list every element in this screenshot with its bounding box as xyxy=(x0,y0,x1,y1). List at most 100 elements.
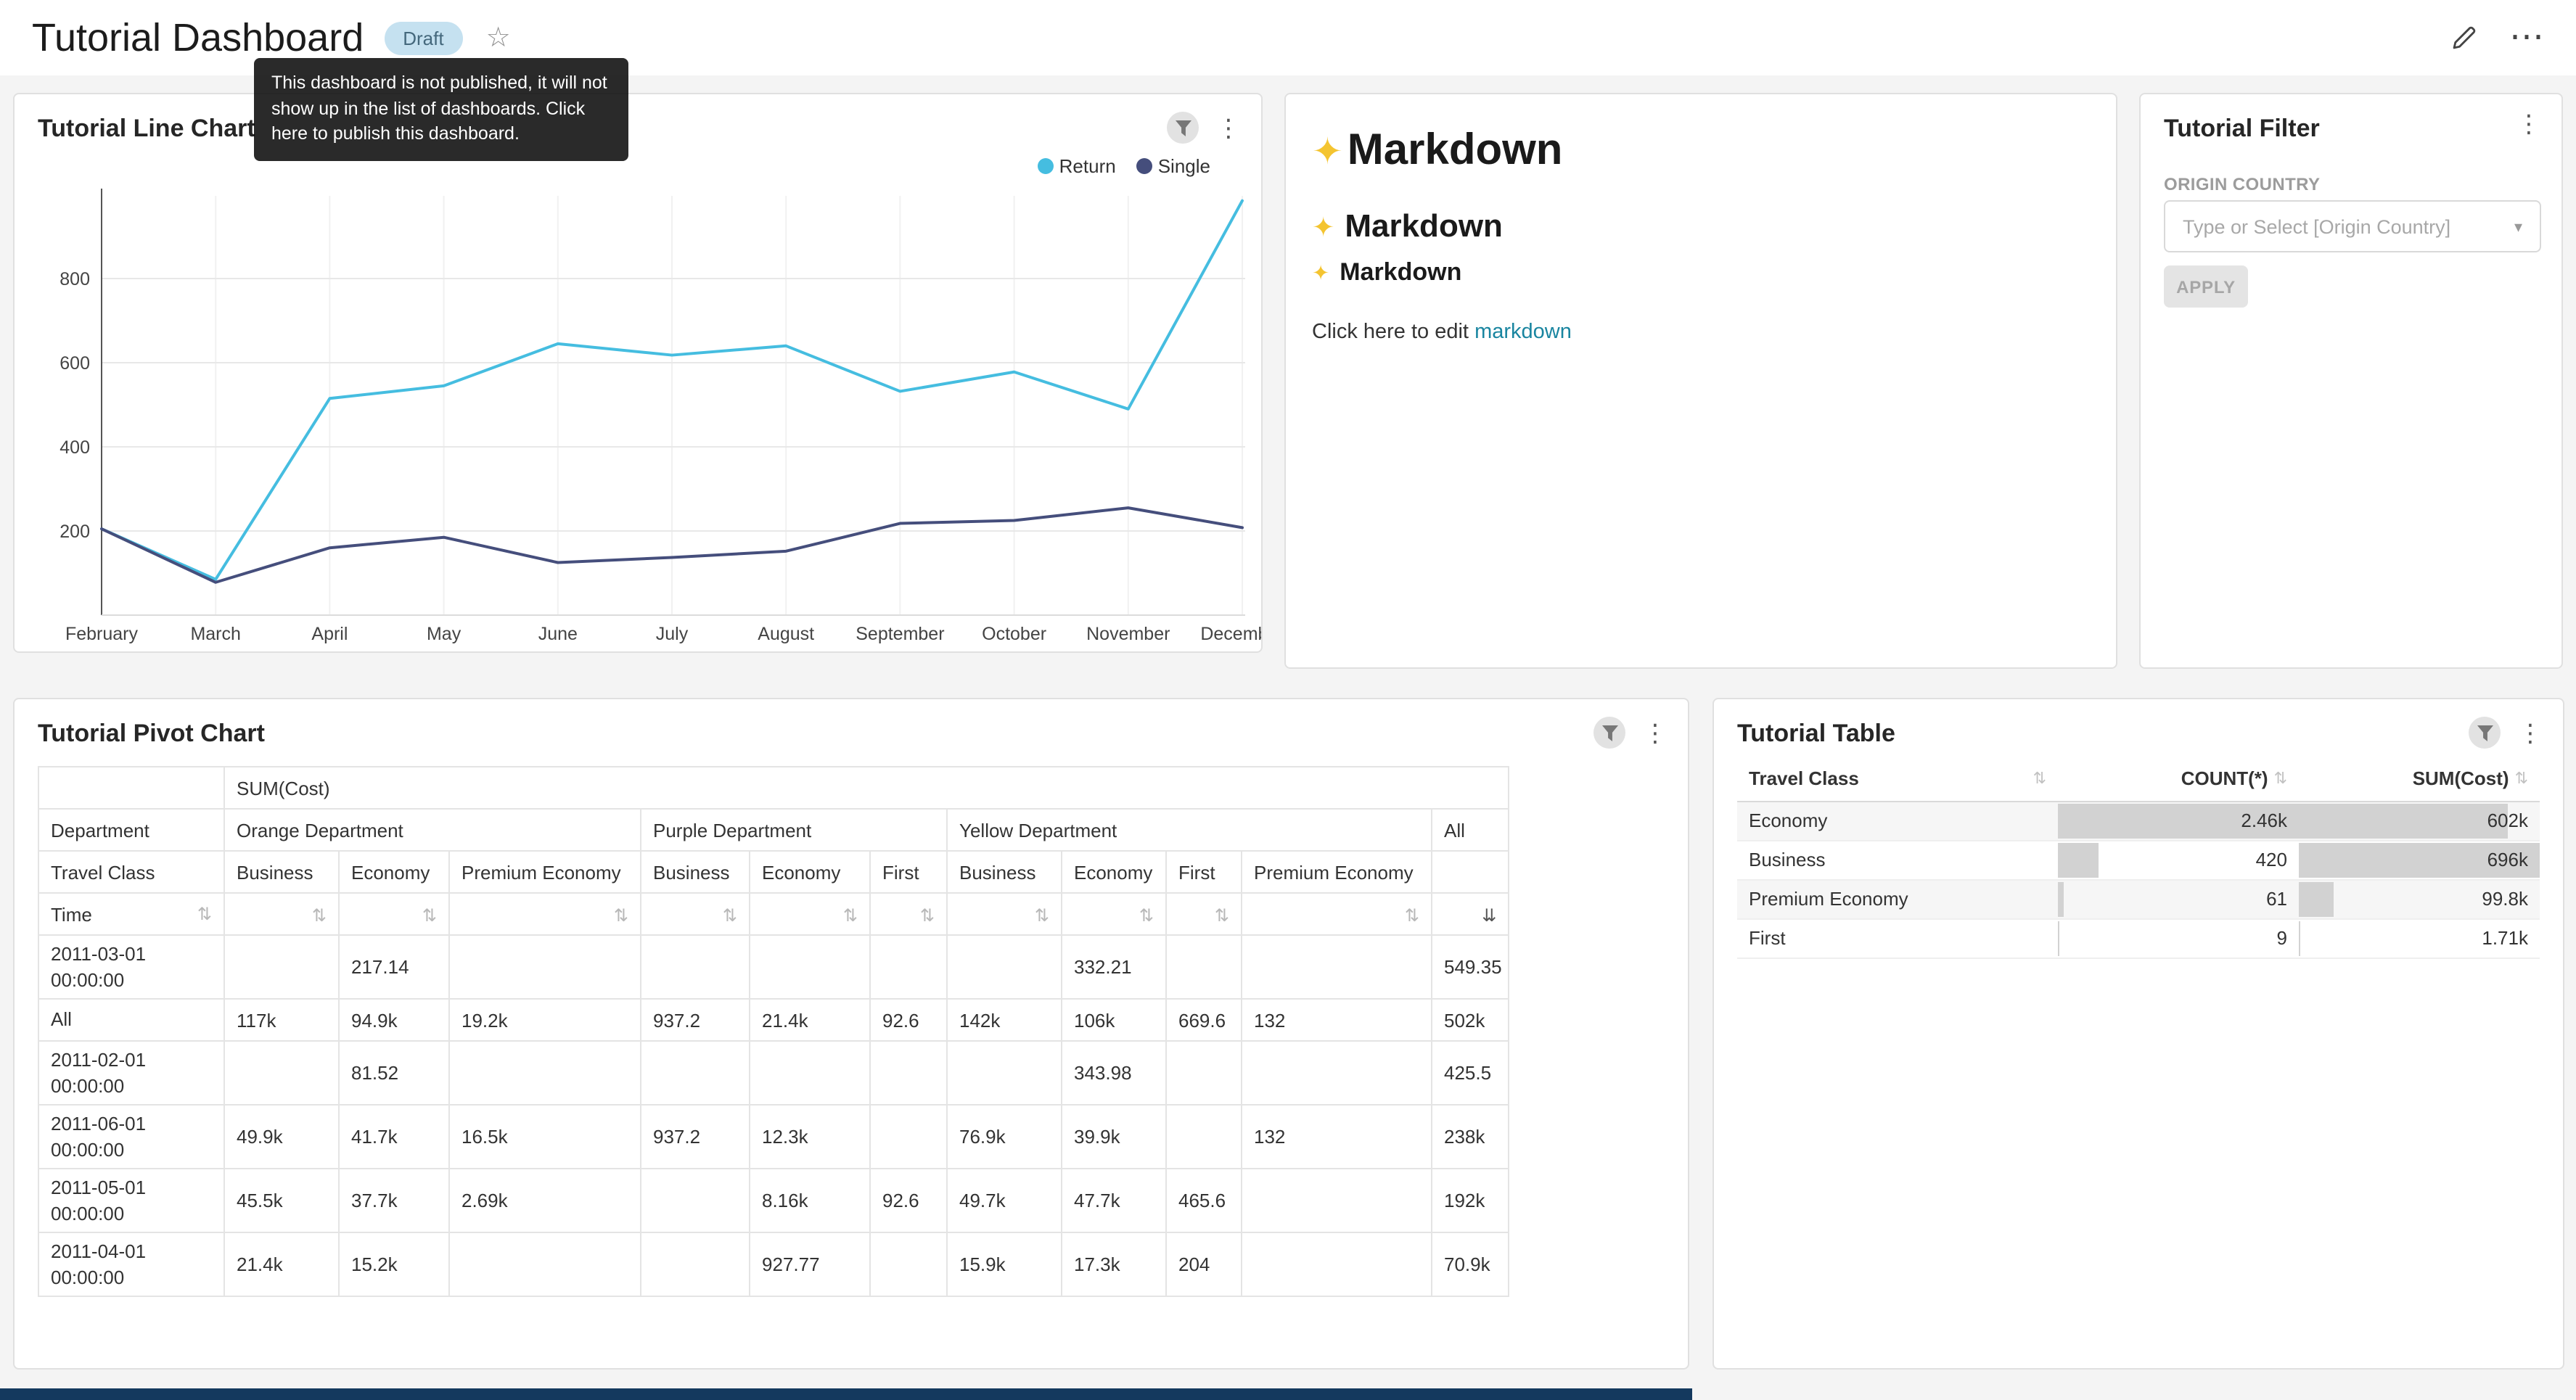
origin-country-select[interactable]: Type or Select [Origin Country] ▾ xyxy=(2164,200,2541,252)
pivot-time-cell: 2011-06-01 00:00:00 xyxy=(38,1105,224,1169)
pivot-sort-cell-active[interactable]: ⇊ xyxy=(1432,893,1509,935)
markdown-paragraph-text: Click here to edit xyxy=(1312,321,1474,344)
origin-country-label: ORIGIN COUNTRY xyxy=(2164,174,2320,194)
overflow-menu-icon[interactable]: ⋯ xyxy=(2509,20,2544,55)
pivot-value-cell xyxy=(1242,1169,1432,1233)
filter-indicator-icon[interactable] xyxy=(1167,112,1199,144)
pivot-value-cell: 2.69k xyxy=(449,1169,641,1233)
col-header-travel-class[interactable]: Travel Class⇅ xyxy=(1737,757,2058,801)
pivot-sort-cell[interactable]: ⇅ xyxy=(1242,893,1432,935)
horizontal-scrollbar[interactable] xyxy=(0,1388,1692,1400)
pivot-sort-cell[interactable]: ⇅ xyxy=(224,893,339,935)
legend-item-return[interactable]: Return xyxy=(1038,155,1116,177)
kebab-menu-icon[interactable]: ⋮ xyxy=(1216,115,1241,140)
table-card-title: Tutorial Table xyxy=(1737,720,1895,749)
kebab-menu-icon[interactable]: ⋮ xyxy=(1643,720,1668,745)
pivot-table: SUM(Cost)DepartmentOrange DepartmentPurp… xyxy=(38,766,1509,1298)
pivot-department-header: Orange Department xyxy=(224,809,641,851)
pivot-value-cell: 92.6 xyxy=(870,999,947,1041)
sort-icon[interactable]: ⇅ xyxy=(1035,905,1049,925)
cell-sum: 99.8k xyxy=(2299,879,2540,918)
pivot-value-cell xyxy=(947,1041,1062,1105)
pivot-value-cell xyxy=(641,1041,750,1105)
svg-text:400: 400 xyxy=(60,437,90,458)
pivot-value-cell: 465.6 xyxy=(1166,1169,1242,1233)
sort-icon[interactable]: ⇅ xyxy=(1215,905,1229,925)
pivot-data-row: 2011-02-01 00:00:0081.52343.98425.5 xyxy=(38,1041,1509,1105)
sort-icon[interactable]: ⇅ xyxy=(312,905,327,925)
pivot-class-header: Premium Economy xyxy=(1242,851,1432,893)
sort-icon[interactable]: ⇅ xyxy=(2274,770,2287,788)
pivot-value-cell: 132 xyxy=(1242,1105,1432,1169)
markdown-h1-text: Markdown xyxy=(1348,126,1563,174)
pivot-sort-cell[interactable]: ⇅ xyxy=(449,893,641,935)
pivot-value-cell: 927.77 xyxy=(750,1233,870,1297)
pivot-value-cell xyxy=(641,1169,750,1233)
pivot-value-cell: 47.7k xyxy=(1062,1169,1166,1233)
pivot-time-label: Time xyxy=(51,903,92,925)
card-icons: ⋮ xyxy=(2516,112,2541,136)
publish-tooltip[interactable]: This dashboard is not published, it will… xyxy=(254,58,628,160)
svg-text:September: September xyxy=(856,624,944,644)
sort-icon[interactable]: ⇅ xyxy=(843,905,858,925)
pivot-value-cell: 16.5k xyxy=(449,1105,641,1169)
sort-icon[interactable]: ⇅ xyxy=(1139,905,1154,925)
pivot-value-cell: 117k xyxy=(224,999,339,1041)
markdown-h2: ✦Markdown xyxy=(1312,207,1503,245)
pivot-value-cell: 15.2k xyxy=(339,1233,449,1297)
col-header-sum[interactable]: SUM(Cost)⇅ xyxy=(2299,757,2540,801)
chart-legend: Return Single xyxy=(1038,155,1210,177)
pivot-value-cell xyxy=(870,935,947,999)
pivot-value-cell: 19.2k xyxy=(449,999,641,1041)
pivot-class-header: Business xyxy=(947,851,1062,893)
pivot-sort-cell[interactable]: ⇅ xyxy=(339,893,449,935)
table-row: Business420696k xyxy=(1737,840,2540,879)
cell-travel-class: Business xyxy=(1737,840,2058,879)
filter-indicator-icon[interactable] xyxy=(1593,717,1625,749)
col-header-label: COUNT(*) xyxy=(2181,768,2268,790)
markdown-card: ✦Markdown ✦Markdown ✦Markdown Click here… xyxy=(1284,93,2117,669)
sort-desc-icon[interactable]: ⇊ xyxy=(1482,905,1496,925)
cell-count: 9 xyxy=(2058,918,2299,958)
sort-icon[interactable]: ⇅ xyxy=(723,905,737,925)
sort-icon[interactable]: ⇅ xyxy=(1405,905,1419,925)
cell-count: 420 xyxy=(2058,840,2299,879)
draft-badge[interactable]: Draft xyxy=(384,21,462,54)
sort-icon[interactable]: ⇅ xyxy=(920,905,935,925)
sort-icon[interactable]: ⇅ xyxy=(197,904,212,924)
pivot-time-header[interactable]: Time ⇅ xyxy=(38,893,224,935)
kebab-menu-icon[interactable]: ⋮ xyxy=(2516,112,2541,136)
col-header-count[interactable]: COUNT(*) ⇅ xyxy=(2058,757,2299,801)
table-header-row: Travel Class⇅COUNT(*)⇅SUM(Cost)⇅ xyxy=(1737,757,2540,801)
pivot-class-header: Premium Economy xyxy=(449,851,641,893)
pivot-value-cell xyxy=(449,1041,641,1105)
apply-button[interactable]: APPLY xyxy=(2164,265,2248,308)
sort-icon[interactable]: ⇅ xyxy=(422,905,437,925)
pivot-sort-cell[interactable]: ⇅ xyxy=(1062,893,1166,935)
favorite-star-icon[interactable]: ☆ xyxy=(486,24,511,52)
pivot-sort-cell[interactable]: ⇅ xyxy=(641,893,750,935)
pivot-sort-cell[interactable]: ⇅ xyxy=(947,893,1062,935)
legend-label: Single xyxy=(1158,155,1210,177)
cell-travel-class: Premium Economy xyxy=(1737,879,2058,918)
cell-travel-class: First xyxy=(1737,918,2058,958)
pivot-sort-row: Time ⇅ ⇅ ⇅ ⇅ ⇅ ⇅ ⇅ ⇅ ⇅ ⇅ ⇅ ⇊ xyxy=(38,893,1509,935)
pivot-sort-cell[interactable]: ⇅ xyxy=(1166,893,1242,935)
pivot-value-cell xyxy=(1242,1041,1432,1105)
sort-icon[interactable]: ⇅ xyxy=(614,905,628,925)
pivot-sort-cell[interactable]: ⇅ xyxy=(750,893,870,935)
sort-icon[interactable]: ⇅ xyxy=(2033,770,2046,788)
legend-item-single[interactable]: Single xyxy=(1136,155,1210,177)
pivot-sort-cell[interactable]: ⇅ xyxy=(870,893,947,935)
edit-pencil-icon[interactable] xyxy=(2450,24,2477,52)
pivot-value-cell xyxy=(750,1041,870,1105)
pivot-time-cell: 2011-03-01 00:00:00 xyxy=(38,935,224,999)
svg-text:August: August xyxy=(758,624,814,644)
sort-icon[interactable]: ⇅ xyxy=(2515,770,2528,788)
markdown-edit-link[interactable]: markdown xyxy=(1474,321,1572,344)
legend-label: Return xyxy=(1059,155,1116,177)
pivot-metric-header: SUM(Cost) xyxy=(224,767,1509,809)
pivot-value-cell: 49.9k xyxy=(224,1105,339,1169)
kebab-menu-icon[interactable]: ⋮ xyxy=(2518,720,2543,745)
filter-indicator-icon[interactable] xyxy=(2469,717,2501,749)
